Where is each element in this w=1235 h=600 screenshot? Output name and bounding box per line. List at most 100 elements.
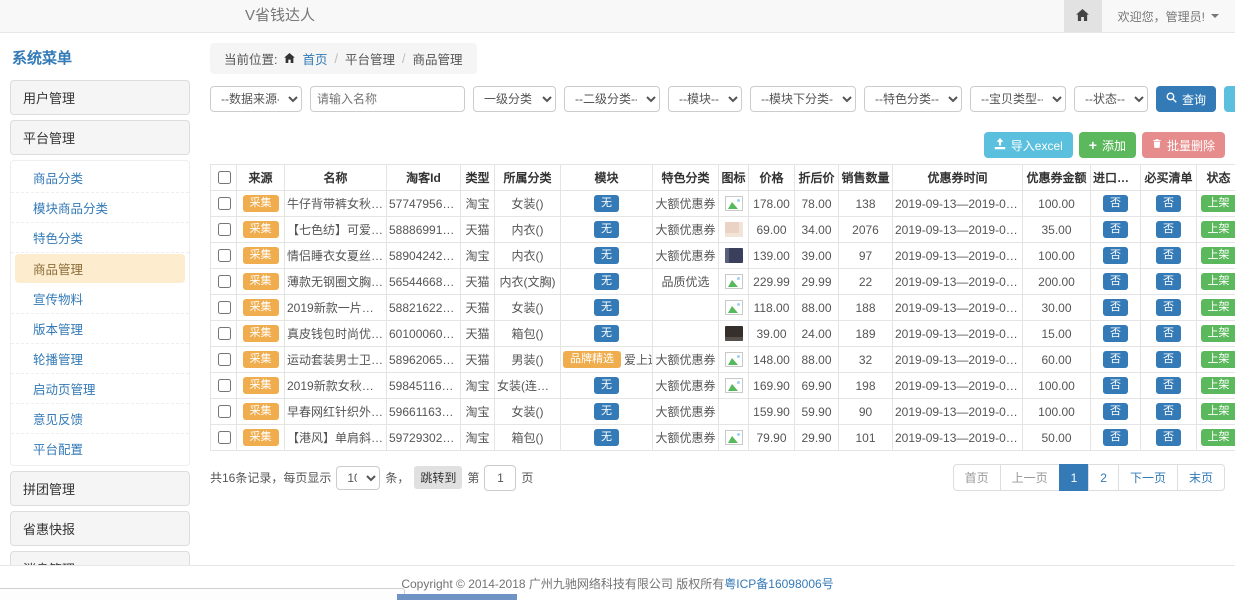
import-flag-button[interactable]: 否	[1103, 403, 1128, 421]
sidebar-item-商品管理[interactable]: 商品管理	[15, 254, 185, 283]
import-flag-button[interactable]: 否	[1103, 429, 1128, 447]
feature-cell	[653, 295, 719, 321]
sidebar-item-特色分类[interactable]: 特色分类	[11, 223, 189, 253]
sidebar-item-模块商品分类[interactable]: 模块商品分类	[11, 193, 189, 223]
sidebar-item-启动页管理[interactable]: 启动页管理	[11, 374, 189, 404]
row-checkbox[interactable]	[218, 249, 231, 262]
must-buy-flag-button[interactable]: 否	[1156, 195, 1181, 213]
import-flag-button[interactable]: 否	[1103, 325, 1128, 343]
home-button[interactable]	[1064, 0, 1102, 32]
must-buy-flag-button[interactable]: 否	[1156, 299, 1181, 317]
must-buy-flag-button[interactable]: 否	[1156, 221, 1181, 239]
module-none-badge[interactable]: 无	[594, 299, 619, 317]
module-none-badge[interactable]: 无	[594, 377, 619, 395]
import-flag-button[interactable]: 否	[1103, 195, 1128, 213]
status-badge[interactable]: 上架	[1201, 429, 1235, 447]
row-checkbox[interactable]	[218, 353, 231, 366]
broken-image-icon	[725, 430, 743, 445]
module-none-badge[interactable]: 无	[594, 403, 619, 421]
filter-select-data-source[interactable]: --数据来源--	[210, 86, 302, 112]
sidebar-item-平台配置[interactable]: 平台配置	[11, 434, 189, 463]
filter-select-module[interactable]: --模块--	[668, 86, 742, 112]
column-header-来源: 来源	[237, 165, 285, 191]
filter-select-status[interactable]: --状态--	[1074, 86, 1148, 112]
row-select-cell	[211, 399, 237, 425]
reset-button[interactable]: 重置	[1224, 86, 1235, 112]
module-none-badge[interactable]: 无	[594, 273, 619, 291]
row-checkbox[interactable]	[218, 327, 231, 340]
page-button-下一页[interactable]: 下一页	[1118, 464, 1178, 491]
sidebar-group-拼团管理[interactable]: 拼团管理	[10, 471, 190, 506]
page-button-2[interactable]: 2	[1088, 464, 1119, 491]
row-checkbox[interactable]	[218, 275, 231, 288]
row-checkbox[interactable]	[218, 379, 231, 392]
status-badge[interactable]: 上架	[1201, 299, 1235, 317]
name-search-input[interactable]	[310, 86, 465, 112]
sales-cell: 90	[839, 399, 893, 425]
sidebar-item-商品分类[interactable]: 商品分类	[11, 163, 189, 193]
row-checkbox[interactable]	[218, 197, 231, 210]
row-checkbox[interactable]	[218, 223, 231, 236]
module-none-badge[interactable]: 无	[594, 429, 619, 447]
status-badge[interactable]: 上架	[1201, 221, 1235, 239]
status-cell: 上架	[1197, 191, 1235, 217]
add-button[interactable]: + 添加	[1079, 132, 1136, 158]
status-badge[interactable]: 上架	[1201, 195, 1235, 213]
filter-select-feature-category[interactable]: --特色分类--	[864, 86, 962, 112]
sidebar-group-平台管理[interactable]: 平台管理	[10, 120, 190, 155]
sidebar-group-用户管理[interactable]: 用户管理	[10, 80, 190, 115]
select-all-checkbox[interactable]	[218, 171, 231, 184]
filter-select-level1-category[interactable]: 一级分类	[473, 86, 556, 112]
filter-select-item-type[interactable]: --宝贝类型--	[970, 86, 1066, 112]
table-row: 采集牛仔背带裤女秋装减龄...577479560965淘宝女装()无大额优惠券1…	[211, 191, 1235, 217]
icp-link[interactable]: 粤ICP备16098006号	[724, 575, 833, 592]
name-cell: 2019新款女秋薄款...	[285, 373, 387, 399]
must-buy-flag-button[interactable]: 否	[1156, 377, 1181, 395]
import-flag-button[interactable]: 否	[1103, 377, 1128, 395]
import-flag-button[interactable]: 否	[1103, 299, 1128, 317]
must-buy-flag-button[interactable]: 否	[1156, 351, 1181, 369]
sidebar-item-轮播管理[interactable]: 轮播管理	[11, 344, 189, 374]
per-page-select[interactable]: 10	[336, 466, 380, 490]
must-buy-flag-button[interactable]: 否	[1156, 273, 1181, 291]
source-cell: 采集	[237, 217, 285, 243]
filter-select-module-subcategory[interactable]: --模块下分类--	[750, 86, 856, 112]
sidebar-group-省惠快报[interactable]: 省惠快报	[10, 511, 190, 546]
row-checkbox[interactable]	[218, 431, 231, 444]
batch-delete-button[interactable]: 批量删除	[1142, 132, 1225, 158]
search-icon	[1166, 92, 1177, 106]
must-buy-flag-button[interactable]: 否	[1156, 247, 1181, 265]
page-number-input[interactable]	[484, 465, 516, 491]
feature-cell	[653, 321, 719, 347]
page-button-末页[interactable]: 末页	[1177, 464, 1225, 491]
module-none-badge[interactable]: 无	[594, 325, 619, 343]
import-flag-button[interactable]: 否	[1103, 247, 1128, 265]
search-button[interactable]: 查询	[1156, 86, 1216, 112]
module-none-badge[interactable]: 无	[594, 247, 619, 265]
status-badge[interactable]: 上架	[1201, 351, 1235, 369]
breadcrumb-home-link[interactable]: 首页	[302, 49, 327, 68]
import-flag-button[interactable]: 否	[1103, 221, 1128, 239]
must-buy-flag-button[interactable]: 否	[1156, 429, 1181, 447]
must-buy-flag-button[interactable]: 否	[1156, 403, 1181, 421]
import-flag-button[interactable]: 否	[1103, 273, 1128, 291]
status-badge[interactable]: 上架	[1201, 377, 1235, 395]
status-badge[interactable]: 上架	[1201, 325, 1235, 343]
import-excel-button[interactable]: 导入excel	[984, 132, 1073, 158]
status-badge[interactable]: 上架	[1201, 247, 1235, 265]
sidebar-item-意见反馈[interactable]: 意见反馈	[11, 404, 189, 434]
module-none-badge[interactable]: 无	[594, 195, 619, 213]
must-buy-flag-button[interactable]: 否	[1156, 325, 1181, 343]
filter-select-level2-category[interactable]: --二级分类--	[564, 86, 660, 112]
row-checkbox[interactable]	[218, 301, 231, 314]
status-badge[interactable]: 上架	[1201, 273, 1235, 291]
status-badge[interactable]: 上架	[1201, 403, 1235, 421]
module-none-badge[interactable]: 无	[594, 221, 619, 239]
user-menu[interactable]: 欢迎您，管理员!	[1102, 8, 1235, 25]
row-checkbox[interactable]	[218, 405, 231, 418]
page-button-1[interactable]: 1	[1059, 464, 1090, 491]
sidebar-item-宣传物料[interactable]: 宣传物料	[11, 284, 189, 314]
sidebar-item-版本管理[interactable]: 版本管理	[11, 314, 189, 344]
import-flag-button[interactable]: 否	[1103, 351, 1128, 369]
jump-button[interactable]: 跳转到	[414, 466, 462, 489]
